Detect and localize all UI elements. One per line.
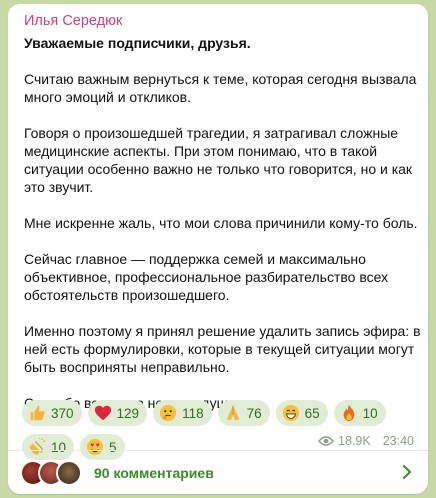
avatar bbox=[56, 459, 82, 486]
message-paragraph: Именно поэтому я принял решение удалить … bbox=[24, 323, 421, 375]
reaction-count: 65 bbox=[304, 405, 320, 421]
message-paragraph: Мне искренне жаль, что мои слова причини… bbox=[24, 215, 418, 231]
message-meta: 18.9K 23:40 bbox=[318, 434, 414, 448]
reaction-count: 129 bbox=[116, 405, 140, 421]
folded-hands-icon bbox=[226, 405, 239, 421]
reaction-grin[interactable]: 65 bbox=[275, 400, 328, 426]
reaction-heart[interactable]: 129 bbox=[87, 400, 148, 426]
fire-icon bbox=[343, 404, 355, 422]
reaction-count: 10 bbox=[362, 405, 378, 421]
reaction-thumbs-up[interactable]: 370 bbox=[22, 400, 82, 426]
message-text: Уважаемые подписчики, друзья. Считаю важ… bbox=[24, 34, 424, 430]
thumbs-up-icon bbox=[30, 405, 45, 421]
message-title: Уважаемые подписчики, друзья. bbox=[24, 35, 251, 51]
thinking-face-icon bbox=[159, 404, 177, 422]
author-name[interactable]: Илья Середюк bbox=[24, 13, 122, 29]
grinning-face-icon bbox=[282, 404, 299, 422]
message-paragraph: Говоря о произошедшей трагедии, я затраг… bbox=[24, 125, 413, 195]
message-paragraph: Сейчас главное — поддержка семей и макси… bbox=[24, 251, 389, 303]
comments-button[interactable]: 90 комментариев bbox=[8, 451, 428, 494]
reaction-fire[interactable]: 10 bbox=[333, 400, 386, 426]
message-paragraph: Считаю важным вернуться к теме, которая … bbox=[24, 71, 417, 105]
chevron-right-icon bbox=[403, 465, 411, 479]
message-bubble: Илья Середюк Уважаемые подписчики, друзь… bbox=[8, 4, 428, 494]
reaction-count: 370 bbox=[51, 405, 74, 421]
comments-label: 90 комментариев bbox=[94, 464, 214, 481]
red-heart-icon bbox=[94, 405, 111, 421]
reaction-pray[interactable]: 76 bbox=[217, 400, 270, 426]
eye-icon bbox=[318, 436, 334, 446]
message-time: 23:40 bbox=[382, 434, 414, 448]
reaction-count: 118 bbox=[182, 405, 204, 421]
views-count: 18.9K bbox=[338, 434, 371, 448]
commenter-avatars bbox=[20, 459, 84, 487]
reaction-count: 76 bbox=[246, 405, 262, 421]
reaction-thinking[interactable]: 118 bbox=[153, 400, 212, 426]
